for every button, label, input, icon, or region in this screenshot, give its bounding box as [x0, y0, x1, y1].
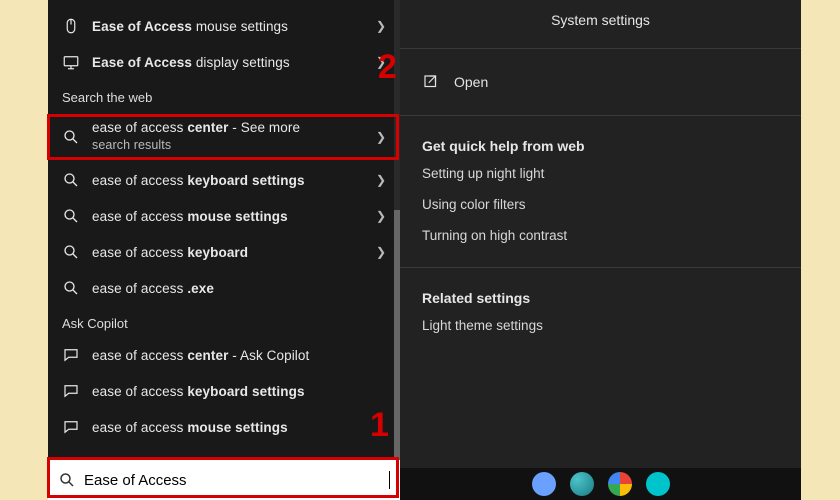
taskbar-edge-icon[interactable]	[570, 472, 594, 496]
result-label: ease of access mouse settings	[92, 209, 370, 224]
result-label: Ease of Access display settings	[92, 55, 370, 70]
chevron-right-icon: ❯	[376, 173, 386, 187]
result-label: Ease of Access mouse settings	[92, 19, 370, 34]
result-label: ease of access mouse settings	[92, 420, 386, 435]
search-icon	[62, 243, 80, 261]
annotation-number-2: 2	[378, 48, 397, 87]
related-heading: Related settings	[400, 276, 801, 310]
annotation-number-1: 1	[370, 406, 389, 445]
help-link-night-light[interactable]: Setting up night light	[400, 158, 801, 189]
result-copilot-center[interactable]: ease of access center - Ask Copilot	[48, 337, 400, 373]
chevron-right-icon: ❯	[376, 209, 386, 223]
search-icon	[62, 128, 80, 146]
result-label: ease of access keyboard settings	[92, 384, 386, 399]
mouse-icon	[62, 17, 80, 35]
display-icon	[62, 53, 80, 71]
open-icon	[422, 73, 440, 91]
result-web-keyboard[interactable]: ease of access keyboard ❯	[48, 234, 400, 270]
help-link-color-filters[interactable]: Using color filters	[400, 189, 801, 220]
section-ask-copilot: Ask Copilot	[48, 306, 400, 337]
result-ease-of-access-mouse[interactable]: Ease of Access mouse settings ❯	[48, 8, 400, 44]
search-bar[interactable]	[48, 460, 400, 500]
result-copilot-keyboard[interactable]: ease of access keyboard settings	[48, 373, 400, 409]
result-web-mouse-settings[interactable]: ease of access mouse settings ❯	[48, 198, 400, 234]
help-link-high-contrast[interactable]: Turning on high contrast	[400, 220, 801, 251]
result-ease-of-access-display[interactable]: Ease of Access display settings ❯	[48, 44, 400, 80]
related-link-light-theme[interactable]: Light theme settings	[400, 310, 801, 341]
search-icon	[62, 279, 80, 297]
section-search-the-web: Search the web	[48, 80, 400, 111]
search-results-pane: Ease of Access mouse settings ❯ Ease of …	[48, 0, 400, 500]
chevron-right-icon: ❯	[376, 19, 386, 33]
result-web-keyboard-settings[interactable]: ease of access keyboard settings ❯	[48, 162, 400, 198]
result-copilot-mouse[interactable]: ease of access mouse settings	[48, 409, 400, 445]
chat-icon	[62, 382, 80, 400]
result-label: ease of access .exe	[92, 281, 386, 296]
result-label: ease of access center - Ask Copilot	[92, 348, 386, 363]
taskbar-chrome-icon[interactable]	[608, 472, 632, 496]
taskbar	[400, 468, 801, 500]
result-label: ease of access center - See more search …	[92, 119, 370, 154]
search-icon	[62, 171, 80, 189]
help-heading: Get quick help from web	[400, 124, 801, 158]
search-icon	[58, 471, 76, 489]
open-action[interactable]: Open	[400, 57, 801, 107]
result-web-center[interactable]: ease of access center - See more search …	[48, 111, 400, 162]
preview-title: System settings	[400, 0, 801, 40]
result-web-exe[interactable]: ease of access .exe	[48, 270, 400, 306]
chat-icon	[62, 346, 80, 364]
search-input[interactable]	[84, 472, 389, 489]
open-label: Open	[454, 74, 488, 90]
taskbar-app-1-icon[interactable]	[532, 472, 556, 496]
preview-pane: System settings Open Get quick help from…	[400, 0, 801, 500]
search-icon	[62, 207, 80, 225]
text-caret	[389, 471, 390, 489]
taskbar-canva-icon[interactable]	[646, 472, 670, 496]
result-label: ease of access keyboard settings	[92, 173, 370, 188]
chevron-right-icon: ❯	[376, 245, 386, 259]
chat-icon	[62, 418, 80, 436]
chevron-right-icon: ❯	[376, 130, 386, 144]
result-label: ease of access keyboard	[92, 245, 370, 260]
